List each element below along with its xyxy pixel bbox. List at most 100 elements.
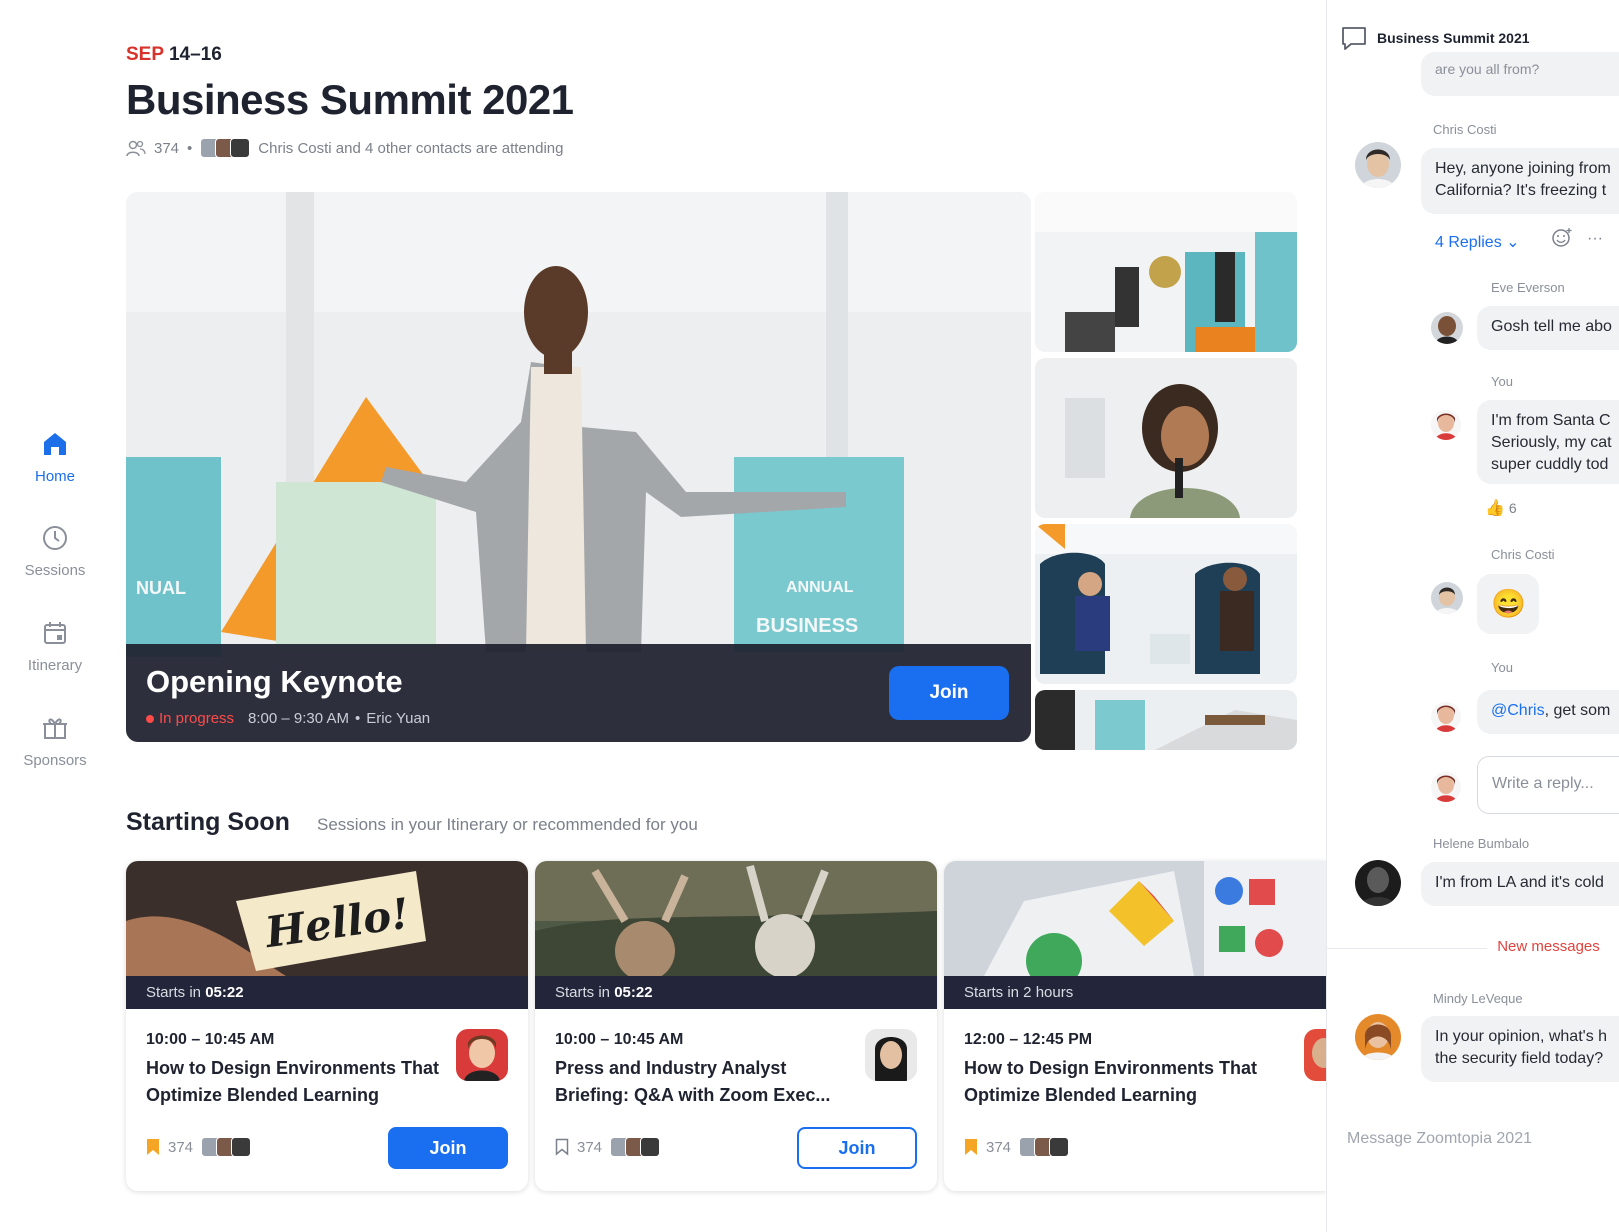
session-footer: 374: [964, 1137, 1070, 1157]
people-icon: [126, 140, 146, 157]
session-attendee-count: 374: [986, 1138, 1012, 1156]
new-messages-divider: New messages: [1327, 938, 1619, 955]
session-title[interactable]: Press and Industry Analyst Briefing: Q&A…: [555, 1055, 855, 1109]
message-bubble: Gosh tell me abo: [1477, 306, 1619, 350]
message-text: , get som: [1544, 702, 1611, 719]
message-bubble-emoji: 😄: [1477, 574, 1539, 634]
session-footer: 374: [555, 1137, 661, 1157]
message-author: Helene Bumbalo: [1433, 836, 1530, 851]
keynote-time: 8:00 – 9:30 AM: [248, 710, 349, 727]
clock-icon: [43, 526, 67, 550]
message-author: You: [1491, 374, 1513, 389]
more-options[interactable]: ···: [1587, 230, 1603, 248]
message-bubble: @Chris, get som: [1477, 690, 1619, 734]
speaker-avatar: [865, 1029, 917, 1081]
reply-input[interactable]: Write a reply...: [1477, 756, 1619, 814]
nav-item-sponsors[interactable]: Sponsors: [0, 712, 110, 769]
message-bubble: In your opinion, what's h the security fi…: [1421, 1016, 1619, 1082]
session-image-hello: Hello!: [126, 861, 528, 976]
message-composer[interactable]: Message Zoomtopia 2021: [1347, 1130, 1532, 1148]
session-join-button[interactable]: Join: [797, 1127, 917, 1169]
replies-link[interactable]: 4 Replies ⌄: [1435, 232, 1520, 252]
attendee-meta: 374 • Chris Costi and 4 other contacts a…: [126, 138, 563, 158]
gift-icon: [43, 718, 67, 739]
session-attendee-avatars: [201, 1137, 252, 1157]
attendee-count: 374: [154, 139, 180, 157]
starts-countdown: 05:22: [614, 984, 653, 1001]
session-starts-bar: Starts in 05:22: [126, 976, 528, 1009]
keynote-speaker: Eric Yuan: [366, 710, 431, 727]
session-attendee-avatars: [1019, 1137, 1070, 1157]
nav-item-home[interactable]: Home: [0, 428, 110, 485]
speaker-avatar: [456, 1029, 508, 1081]
nav-item-sessions[interactable]: Sessions: [0, 522, 110, 579]
message-author: Eve Everson: [1491, 280, 1565, 295]
keynote-details: In progress 8:00 – 9:30 AM • Eric Yuan: [146, 710, 430, 727]
message-text-line2: Seriously, my cat: [1491, 434, 1612, 451]
session-card[interactable]: Starts in 05:22 10:00 – 10:45 AM Press a…: [535, 861, 937, 1191]
bookmark-filled-icon[interactable]: [146, 1138, 160, 1156]
session-card[interactable]: Starts in 2 hours 12:00 – 12:45 PM How t…: [944, 861, 1326, 1191]
thumbnail-speaker[interactable]: [1035, 358, 1297, 518]
sign-text-annual: ANNUAL: [786, 579, 854, 596]
calendar-icon: [44, 622, 66, 644]
meta-separator: •: [187, 139, 193, 157]
thumbnail-band[interactable]: [1035, 192, 1297, 352]
guitar-image: [1035, 690, 1297, 750]
avatar-mindy: [1355, 1014, 1401, 1060]
session-attendee-count: 374: [577, 1138, 603, 1156]
session-time: 10:00 – 10:45 AM: [555, 1031, 684, 1048]
chat-panel: Business Summit 2021 are you all from? C…: [1326, 0, 1619, 1232]
speaker-image: [1035, 358, 1297, 518]
contacts-attending[interactable]: Chris Costi and 4 other contacts are att…: [258, 140, 563, 157]
message-text-line2: the security field today?: [1435, 1050, 1604, 1067]
nav-label-itinerary: Itinerary: [27, 657, 83, 674]
message-text-line2: California? It's freezing t: [1435, 182, 1607, 199]
new-messages-label: New messages: [1497, 938, 1600, 955]
avatar-chris: [1355, 142, 1401, 188]
message-author: You: [1491, 660, 1513, 675]
reaction-badge[interactable]: 👍 6: [1485, 498, 1517, 518]
message-author: Chris Costi: [1433, 122, 1497, 137]
thumbnail-guitar[interactable]: [1035, 690, 1297, 750]
sign-text-business: BUSINESS: [756, 615, 858, 637]
home-icon: [44, 433, 66, 455]
keynote-info-bar: Opening Keynote In progress 8:00 – 9:30 …: [126, 644, 1031, 742]
starting-soon-subtitle: Sessions in your Itinerary or recommende…: [317, 815, 698, 834]
band-image: [1035, 192, 1297, 352]
main-content: SEP 14–16 Business Summit 2021 374 • Chr…: [126, 0, 1326, 1232]
thumbnail-panel[interactable]: [1035, 524, 1297, 684]
keynote-hero[interactable]: NUAL ANNUAL BUSINESS Opening Keynote In …: [126, 192, 1031, 742]
keynote-join-button[interactable]: Join: [889, 666, 1009, 720]
bookmark-filled-icon[interactable]: [964, 1138, 978, 1156]
session-time: 10:00 – 10:45 AM: [146, 1031, 275, 1048]
session-attendee-count: 374: [168, 1138, 194, 1156]
avatar-you: [1431, 772, 1461, 802]
avatar-you: [1431, 410, 1461, 440]
avatar-eve: [1431, 312, 1463, 344]
message-author: Chris Costi: [1491, 547, 1555, 562]
event-date-month: SEP: [126, 44, 164, 65]
message-text: Hey, anyone joining from: [1435, 160, 1611, 177]
chat-bubble-icon: [1342, 27, 1366, 50]
message-bubble-partial: are you all from?: [1421, 52, 1619, 96]
keynote-separator: •: [354, 710, 361, 727]
bookmark-outline-icon[interactable]: [555, 1138, 569, 1156]
speaker-avatar: [1304, 1029, 1326, 1081]
session-footer: 374: [146, 1137, 252, 1157]
avatar-chris-small: [1431, 582, 1463, 614]
chat-header: Business Summit 2021: [1341, 26, 1530, 50]
session-title[interactable]: How to Design Environments That Optimize…: [964, 1055, 1264, 1109]
session-card[interactable]: Hello! Starts in 05:22 10:00 – 10:45 AM …: [126, 861, 528, 1191]
live-status: In progress: [146, 710, 234, 727]
left-nav: Home Sessions Itinerary Sponsors: [0, 0, 110, 1232]
session-title[interactable]: How to Design Environments That Optimize…: [146, 1055, 446, 1109]
nav-item-itinerary[interactable]: Itinerary: [0, 617, 110, 674]
avatar-helene: [1355, 860, 1401, 906]
message-bubble: I'm from Santa C Seriously, my cat super c…: [1477, 400, 1619, 484]
starting-soon-title: Starting Soon: [126, 808, 290, 836]
session-starts-bar: Starts in 05:22: [535, 976, 937, 1009]
add-reaction-icon[interactable]: [1551, 226, 1573, 248]
mention: @Chris: [1491, 702, 1545, 719]
session-join-button[interactable]: Join: [388, 1127, 508, 1169]
